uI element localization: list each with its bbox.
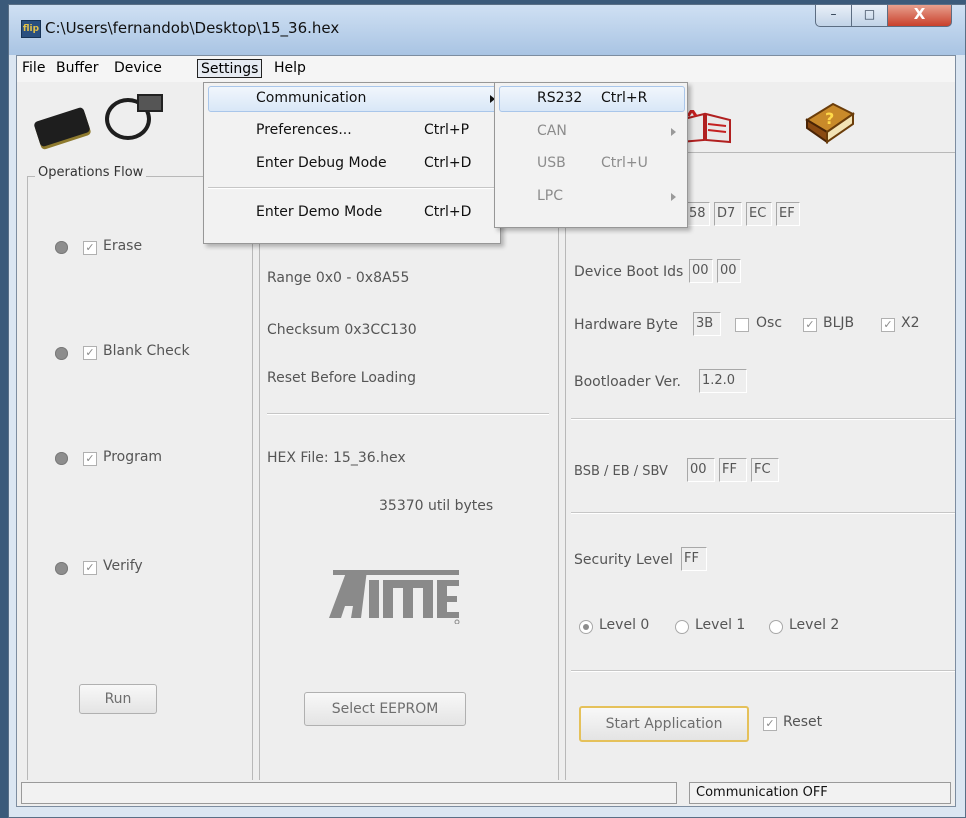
device-separator-2: [571, 512, 955, 514]
status-message: [21, 782, 677, 804]
buffer-separator: [267, 413, 549, 415]
boot-ids-label: Device Boot Ids: [574, 264, 684, 280]
bljb-checkbox[interactable]: ✓: [803, 318, 817, 332]
program-checkbox[interactable]: ✓: [83, 452, 97, 466]
bljb-label: BLJB: [823, 315, 855, 331]
blank-check-label: Blank Check: [103, 343, 190, 359]
help-book-icon[interactable]: ?: [803, 100, 855, 146]
erase-checkbox[interactable]: ✓: [83, 241, 97, 255]
usb-plug-icon: [137, 94, 163, 112]
close-button[interactable]: X: [887, 5, 952, 27]
device-chip-icon[interactable]: [33, 106, 91, 148]
demo-mode-shortcut: Ctrl+D: [424, 204, 472, 220]
menu-item-rs232[interactable]: RS232: [537, 90, 582, 106]
settings-dropdown-menu: Communication Preferences... Ctrl+P Ente…: [203, 82, 501, 244]
blank-check-status-led: [55, 347, 68, 360]
minimize-button[interactable]: –: [815, 5, 852, 27]
client-area: File Buffer Device Settings Help ? Opera…: [16, 55, 956, 807]
menu-item-enter-debug-mode[interactable]: Enter Debug Mode: [256, 155, 387, 171]
status-bar: Communication OFF: [17, 780, 955, 806]
verify-label: Verify: [103, 558, 143, 574]
boot-id-1: 00: [689, 259, 713, 283]
title-bar[interactable]: flip C:\Users\fernandob\Desktop\15_36.he…: [9, 5, 965, 55]
osc-label: Osc: [756, 315, 783, 331]
erase-label: Erase: [103, 238, 143, 254]
erase-status-led: [55, 241, 68, 254]
x2-checkbox[interactable]: ✓: [881, 318, 895, 332]
reset-before-loading-label: Reset Before Loading: [267, 370, 417, 386]
communication-status: Communication OFF: [689, 782, 951, 804]
program-label: Program: [103, 449, 163, 465]
security-level-label: Security Level: [574, 552, 673, 568]
bsb-value: 00: [687, 458, 715, 482]
menu-item-communication[interactable]: Communication: [256, 90, 366, 106]
menu-bar: File Buffer Device Settings Help: [17, 56, 955, 82]
level-0-label: Level 0: [599, 617, 650, 633]
menu-item-preferences[interactable]: Preferences...: [256, 122, 352, 138]
signature-byte-3: EC: [746, 202, 772, 226]
bootloader-ver-value: 1.2.0: [699, 369, 747, 393]
menu-help[interactable]: Help: [271, 59, 309, 78]
lpc-submenu-arrow-icon: [671, 193, 676, 201]
verify-checkbox[interactable]: ✓: [83, 561, 97, 575]
menu-item-usb[interactable]: USB: [537, 155, 566, 171]
device-separator-1: [571, 418, 955, 420]
maximize-button[interactable]: □: [851, 5, 888, 27]
x2-label: X2: [901, 315, 920, 331]
menu-settings[interactable]: Settings: [197, 59, 263, 78]
util-bytes-label: 35370 util bytes: [379, 498, 494, 514]
preferences-shortcut: Ctrl+P: [424, 122, 470, 138]
hardware-byte-label: Hardware Byte: [574, 317, 679, 333]
signature-byte-4: EF: [776, 202, 800, 226]
menu-buffer[interactable]: Buffer: [53, 59, 102, 78]
menu-item-lpc[interactable]: LPC: [537, 188, 563, 204]
level-1-radio[interactable]: [675, 620, 689, 634]
select-eeprom-button[interactable]: Select EEPROM: [304, 692, 466, 726]
osc-checkbox[interactable]: [735, 318, 749, 332]
hardware-byte-value: 3B: [693, 312, 721, 336]
rs232-shortcut: Ctrl+R: [601, 90, 648, 106]
signature-byte-1: 58: [686, 202, 710, 226]
menu-item-enter-demo-mode[interactable]: Enter Demo Mode: [256, 204, 382, 220]
menu-device[interactable]: Device: [111, 59, 165, 78]
verify-status-led: [55, 562, 68, 575]
level-2-radio[interactable]: [769, 620, 783, 634]
program-status-led: [55, 452, 68, 465]
usb-shortcut: Ctrl+U: [601, 155, 648, 171]
sbv-value: FC: [751, 458, 779, 482]
eb-value: FF: [719, 458, 747, 482]
reset-label: Reset: [783, 714, 823, 730]
level-0-radio[interactable]: [579, 620, 593, 634]
checksum-label: Checksum 0x3CC130: [267, 322, 417, 338]
start-application-button[interactable]: Start Application: [579, 706, 749, 742]
window-title: C:\Users\fernandob\Desktop\15_36.hex: [45, 19, 340, 37]
range-label: Range 0x0 - 0x8A55: [267, 270, 410, 286]
hex-file-label: HEX File: 15_36.hex: [267, 450, 406, 466]
bsb-label: BSB / EB / SBV: [574, 464, 668, 479]
level-1-label: Level 1: [695, 617, 746, 633]
bootloader-ver-label: Bootloader Ver.: [574, 374, 681, 390]
operations-flow-title: Operations Flow: [35, 165, 147, 180]
blank-check-checkbox[interactable]: ✓: [83, 346, 97, 360]
menu-item-can[interactable]: CAN: [537, 123, 567, 139]
rs232-highlight: [499, 86, 685, 112]
svg-text:?: ?: [825, 109, 834, 128]
application-window: flip C:\Users\fernandob\Desktop\15_36.he…: [8, 4, 966, 818]
signature-byte-2: D7: [714, 202, 742, 226]
menu-separator: [208, 187, 496, 189]
device-separator-3: [571, 670, 955, 672]
debug-mode-shortcut: Ctrl+D: [424, 155, 472, 171]
menu-file[interactable]: File: [19, 59, 48, 78]
run-button[interactable]: Run: [79, 684, 157, 714]
reset-checkbox[interactable]: ✓: [763, 717, 777, 731]
boot-id-2: 00: [717, 259, 741, 283]
security-level-value: FF: [681, 547, 707, 571]
communication-submenu: RS232 Ctrl+R CAN USB Ctrl+U LPC: [494, 82, 688, 228]
app-icon: flip: [21, 20, 41, 38]
level-2-label: Level 2: [789, 617, 840, 633]
atmel-logo: [329, 570, 460, 624]
can-submenu-arrow-icon: [671, 128, 676, 136]
